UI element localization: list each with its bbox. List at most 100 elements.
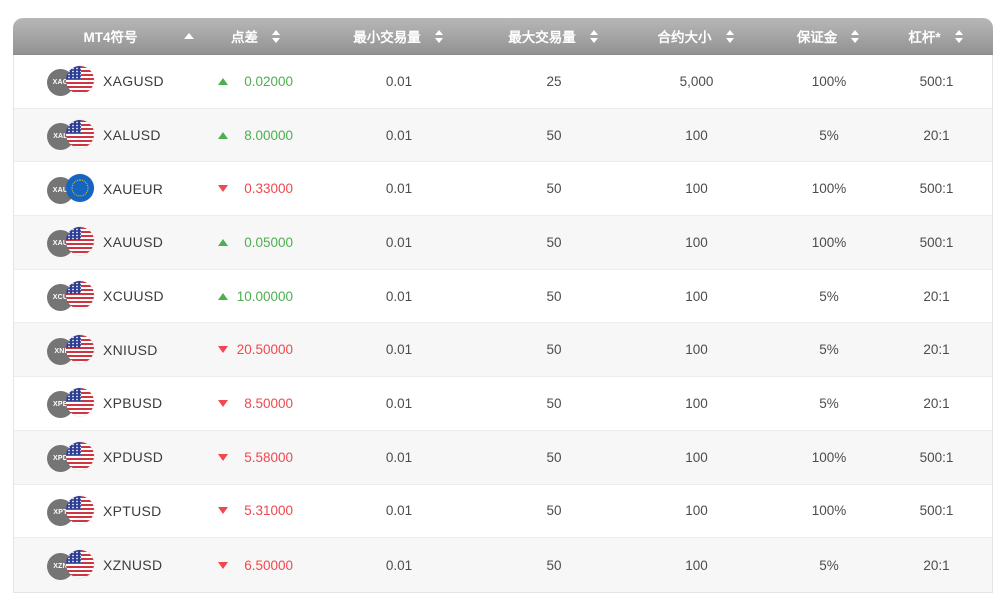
spread-value: 5.58000 <box>244 449 293 465</box>
symbol-label: XAUEUR <box>103 180 164 197</box>
symbol-label: XAGUSD <box>103 73 164 90</box>
spread-cell: 5.58000 <box>209 450 304 465</box>
max-volume-cell: 50 <box>546 288 562 304</box>
symbol-cell: XAG XAGUSD <box>14 66 209 97</box>
us-flag-icon <box>66 442 94 471</box>
triangle-down-icon <box>218 561 228 569</box>
min-volume-cell: 0.01 <box>385 288 413 304</box>
max-volume-cell: 50 <box>546 181 562 197</box>
instruments-table: MT4符号 点差 最小交易量 最大交易量 合约大小 保证金 杠杆* XAG XA… <box>13 18 993 593</box>
symbol-label: XPTUSD <box>103 502 162 519</box>
table-row-xptusd[interactable]: XPT XPTUSD 5.31000 0.01 50 100 100% 500:… <box>14 484 992 539</box>
instrument-badge: XCU <box>47 281 94 312</box>
symbol-cell: XPT XPTUSD <box>14 495 209 526</box>
us-flag-icon <box>66 281 94 310</box>
table-header: MT4符号 点差 最小交易量 最大交易量 合约大小 保证金 杠杆* <box>13 18 993 55</box>
instrument-badge: XAG <box>47 66 94 97</box>
leverage-cell: 500:1 <box>919 503 954 519</box>
us-flag-icon <box>66 334 94 363</box>
triangle-down-icon <box>218 346 228 354</box>
eu-flag-icon <box>66 173 94 202</box>
spread-cell: 5.31000 <box>209 503 304 518</box>
leverage-cell: 20:1 <box>923 395 950 411</box>
max-volume-cell: 50 <box>546 342 562 358</box>
us-flag-icon <box>66 388 94 417</box>
table-row-xalusd[interactable]: XAL XALUSD 8.00000 0.01 50 100 5% 20:1 <box>14 108 992 163</box>
min-volume-cell: 0.01 <box>385 127 413 143</box>
margin-cell: 100% <box>811 73 847 89</box>
min-volume-cell: 0.01 <box>385 449 413 465</box>
symbol-cell: XPD XPDUSD <box>14 442 209 473</box>
leverage-cell: 20:1 <box>923 288 950 304</box>
column-header-spread[interactable]: 点差 <box>208 18 303 54</box>
table-row-xpbusd[interactable]: XPB XPBUSD 8.50000 0.01 50 100 5% 20:1 <box>14 377 992 431</box>
min-volume-cell: 0.01 <box>385 503 413 519</box>
spread-value: 0.33000 <box>244 181 293 197</box>
column-header-symbol[interactable]: MT4符号 <box>13 18 208 54</box>
instrument-badge: XPT <box>47 495 94 526</box>
symbol-cell: XAU XAUUSD <box>14 227 209 258</box>
instrument-badge: XPD <box>47 442 94 473</box>
instrument-badge: XNI <box>47 334 94 365</box>
us-flag-icon <box>66 66 94 95</box>
margin-cell: 100% <box>811 181 847 197</box>
symbol-cell: XZN XZNUSD <box>14 550 209 581</box>
column-header-label: 最小交易量 <box>353 30 421 45</box>
spread-cell: 8.50000 <box>209 396 304 411</box>
column-header-margin[interactable]: 保证金 <box>778 18 878 54</box>
spread-value: 8.50000 <box>244 395 293 411</box>
sort-asc-icon <box>184 33 194 39</box>
table-row-xniusd[interactable]: XNI XNIUSD 20.50000 0.01 50 100 5% 20:1 <box>14 323 992 378</box>
min-volume-cell: 0.01 <box>385 181 413 197</box>
margin-cell: 5% <box>819 342 839 358</box>
column-header-max_volume[interactable]: 最大交易量 <box>493 18 613 54</box>
table-body: XAG XAGUSD 0.02000 0.01 25 5,000 100% 50… <box>13 55 993 593</box>
sort-both-icon <box>272 29 280 43</box>
spread-cell: 10.00000 <box>209 289 304 304</box>
sort-both-icon <box>434 29 443 43</box>
column-header-label: 杠杆* <box>908 30 941 45</box>
spread-value: 0.05000 <box>244 234 293 250</box>
min-volume-cell: 0.01 <box>385 73 413 89</box>
contract-size-cell: 100 <box>685 557 708 573</box>
margin-cell: 5% <box>819 127 839 143</box>
symbol-label: XCUUSD <box>103 288 164 305</box>
leverage-cell: 20:1 <box>923 342 950 358</box>
column-header-label: MT4符号 <box>83 30 138 45</box>
max-volume-cell: 50 <box>546 557 562 573</box>
triangle-down-icon <box>218 399 228 407</box>
contract-size-cell: 100 <box>685 181 708 197</box>
table-row-xaueur[interactable]: XAU XAUEUR 0.33000 0.01 50 100 100% 500:… <box>14 162 992 217</box>
symbol-cell: XAL XALUSD <box>14 120 209 151</box>
leverage-cell: 20:1 <box>923 557 950 573</box>
max-volume-cell: 25 <box>546 73 562 89</box>
leverage-cell: 500:1 <box>919 234 954 250</box>
min-volume-cell: 0.01 <box>385 395 413 411</box>
max-volume-cell: 50 <box>546 395 562 411</box>
spread-value: 10.00000 <box>236 288 293 304</box>
symbol-cell: XCU XCUUSD <box>14 281 209 312</box>
table-row-xagusd[interactable]: XAG XAGUSD 0.02000 0.01 25 5,000 100% 50… <box>14 55 992 109</box>
margin-cell: 5% <box>819 395 839 411</box>
leverage-cell: 500:1 <box>919 73 954 89</box>
min-volume-cell: 0.01 <box>385 234 413 250</box>
table-row-xauusd[interactable]: XAU XAUUSD 0.05000 0.01 50 100 100% 500:… <box>14 216 992 270</box>
symbol-cell: XNI XNIUSD <box>14 334 209 365</box>
spread-cell: 8.00000 <box>209 128 304 143</box>
margin-cell: 100% <box>811 449 847 465</box>
spread-value: 8.00000 <box>244 127 293 143</box>
symbol-label: XZNUSD <box>103 557 163 574</box>
table-row-xcuusd[interactable]: XCU XCUUSD 10.00000 0.01 50 100 5% 20:1 <box>14 269 992 324</box>
triangle-up-icon <box>218 77 228 85</box>
sort-both-icon <box>589 29 598 43</box>
column-header-contract_size[interactable]: 合约大小 <box>613 18 778 54</box>
column-header-leverage[interactable]: 杠杆* <box>878 18 993 54</box>
column-header-min_volume[interactable]: 最小交易量 <box>303 18 493 54</box>
table-row-xpdusd[interactable]: XPD XPDUSD 5.58000 0.01 50 100 100% 500:… <box>14 430 992 485</box>
contract-size-cell: 100 <box>685 449 708 465</box>
contract-size-cell: 100 <box>685 395 708 411</box>
table-row-xznusd[interactable]: XZN XZNUSD 6.50000 0.01 50 100 5% 20:1 <box>14 538 992 592</box>
contract-size-cell: 100 <box>685 234 708 250</box>
triangle-down-icon <box>218 453 228 461</box>
contract-size-cell: 100 <box>685 503 708 519</box>
